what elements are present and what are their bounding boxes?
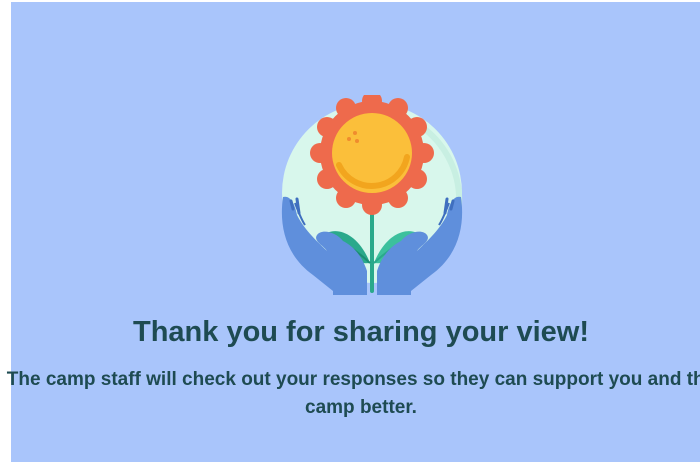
thank-you-title: Thank you for sharing your view! [132,316,589,348]
thank-you-message: The camp staff will check out your respo… [6,369,700,418]
hands-holding-flower-icon [281,95,463,295]
